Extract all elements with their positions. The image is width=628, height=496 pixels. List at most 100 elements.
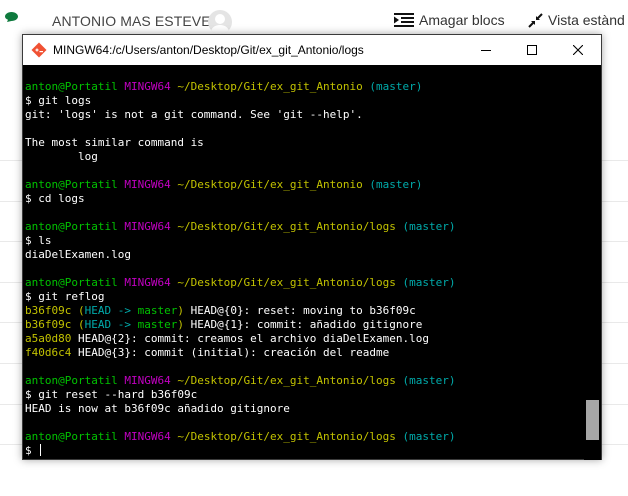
terminal-text: ~/Desktop/Git/ex_git_Antonio <box>177 80 363 93</box>
minimize-button[interactable] <box>463 35 509 65</box>
terminal-text: MINGW64 <box>124 178 171 191</box>
terminal-text: MINGW64 <box>124 374 171 387</box>
terminal-text: ~/Desktop/Git/ex_git_Antonio/logs <box>177 430 396 443</box>
terminal-text: anton@Portatil <box>25 178 118 191</box>
terminal-text: $ cd logs <box>25 192 85 205</box>
terminal-text: ~/Desktop/Git/ex_git_Antonio/logs <box>177 276 396 289</box>
terminal-line: log <box>25 150 581 164</box>
hide-blocks-button[interactable]: Amagar blocs <box>394 12 505 28</box>
terminal-text: ) <box>177 318 184 331</box>
user-name[interactable]: ANTONIO MAS ESTEVE <box>52 13 211 29</box>
scrollbar[interactable] <box>584 66 601 460</box>
terminal-text: diaDelExamen.log <box>25 248 131 261</box>
terminal-line: b36f09c (HEAD -> master) HEAD@{1}: commi… <box>25 318 581 332</box>
terminal-line: The most similar command is <box>25 136 581 150</box>
terminal-text: $ git logs <box>25 94 92 107</box>
terminal-text: HEAD -> <box>84 304 138 317</box>
terminal-line: $ git reset --hard b36f09c <box>25 388 581 402</box>
terminal-text: anton@Portatil <box>25 430 118 443</box>
terminal-text: master <box>137 304 178 317</box>
terminal-text: MINGW64 <box>124 430 171 443</box>
chat-bubble-icon[interactable] <box>5 12 18 22</box>
terminal-text: (master) <box>402 374 456 387</box>
terminal-text: anton@Portatil <box>25 374 118 387</box>
terminal-text: b36f09c <box>25 318 72 331</box>
scrollbar-thumb[interactable] <box>586 400 599 440</box>
terminal-text: (master) <box>369 178 423 191</box>
terminal-text: HEAD@{1}: commit: añadido gitignore <box>183 318 423 331</box>
git-bash-icon <box>31 42 47 58</box>
standard-view-label: Vista estànd <box>548 12 625 28</box>
title-bar[interactable]: MINGW64:/c/Users/anton/Desktop/Git/ex_gi… <box>23 35 601 65</box>
terminal-text: MINGW64 <box>124 80 171 93</box>
close-icon <box>573 45 583 55</box>
terminal-text: anton@Portatil <box>25 276 118 289</box>
terminal-text: anton@Portatil <box>25 220 118 233</box>
terminal-text: $ git reflog <box>25 290 105 303</box>
hide-blocks-label: Amagar blocs <box>419 12 505 28</box>
terminal-output[interactable]: anton@Portatil MINGW64 ~/Desktop/Git/ex_… <box>25 66 581 458</box>
terminal-text: MINGW64 <box>124 220 171 233</box>
terminal-window[interactable]: MINGW64:/c/Users/anton/Desktop/Git/ex_gi… <box>22 34 602 460</box>
terminal-text: $ <box>25 444 39 457</box>
terminal-text: f40d6c4 <box>25 346 72 359</box>
collapse-blocks-icon <box>394 13 414 27</box>
terminal-text: HEAD@{3}: commit (initial): creación del… <box>71 346 390 359</box>
terminal-text: b36f09c <box>25 304 72 317</box>
terminal-line: b36f09c (HEAD -> master) HEAD@{0}: reset… <box>25 304 581 318</box>
terminal-line: a5a0d80 HEAD@{2}: commit: creamos el arc… <box>25 332 581 346</box>
close-button[interactable] <box>555 35 601 65</box>
terminal-text: HEAD@{0}: reset: moving to b36f09c <box>183 304 416 317</box>
terminal-line: anton@Portatil MINGW64 ~/Desktop/Git/ex_… <box>25 276 581 290</box>
window-title: MINGW64:/c/Users/anton/Desktop/Git/ex_gi… <box>53 43 364 57</box>
terminal-text: ~/Desktop/Git/ex_git_Antonio <box>177 178 363 191</box>
terminal-text: (master) <box>402 276 456 289</box>
terminal-text: The most similar command is <box>25 136 204 149</box>
maximize-icon <box>527 45 537 55</box>
terminal-line: diaDelExamen.log <box>25 248 581 262</box>
terminal-text: a5a0d80 <box>25 332 72 345</box>
terminal-line: anton@Portatil MINGW64 ~/Desktop/Git/ex_… <box>25 430 581 444</box>
terminal-text: ~/Desktop/Git/ex_git_Antonio/logs <box>177 220 396 233</box>
terminal-text: ~/Desktop/Git/ex_git_Antonio/logs <box>177 374 396 387</box>
terminal-text: ) <box>177 304 184 317</box>
terminal-line: $ git reflog <box>25 290 581 304</box>
terminal-text: (master) <box>402 430 456 443</box>
terminal-line: anton@Portatil MINGW64 ~/Desktop/Git/ex_… <box>25 220 581 234</box>
terminal-line: $ git logs <box>25 94 581 108</box>
terminal-text: HEAD is now at b36f09c añadido gitignore <box>25 402 290 415</box>
terminal-text: $ ls <box>25 234 52 247</box>
terminal-text: HEAD@{2}: commit: creamos el archivo dia… <box>71 332 429 345</box>
shrink-arrows-icon <box>528 12 543 28</box>
terminal-text: $ git reset --hard b36f09c <box>25 388 198 401</box>
terminal-line: $ cd logs <box>25 192 581 206</box>
terminal-line: anton@Portatil MINGW64 ~/Desktop/Git/ex_… <box>25 374 581 388</box>
terminal-text: ( <box>77 318 85 331</box>
terminal-line: anton@Portatil MINGW64 ~/Desktop/Git/ex_… <box>25 178 581 192</box>
terminal-text: (master) <box>402 220 456 233</box>
terminal-line: git: 'logs' is not a git command. See 'g… <box>25 108 581 122</box>
avatar[interactable] <box>208 10 232 34</box>
page-header: ANTONIO MAS ESTEVE Amagar blocs Vista es… <box>0 0 628 36</box>
terminal-text: ( <box>77 304 85 317</box>
text-cursor <box>40 444 42 456</box>
standard-view-button[interactable]: Vista estànd <box>528 12 625 28</box>
terminal-text: git: 'logs' is not a git command. See 'g… <box>25 108 363 121</box>
terminal-text: (master) <box>369 80 423 93</box>
terminal-line: HEAD is now at b36f09c añadido gitignore <box>25 402 581 416</box>
terminal-text: anton@Portatil <box>25 80 118 93</box>
terminal-line: anton@Portatil MINGW64 ~/Desktop/Git/ex_… <box>25 80 581 94</box>
maximize-button[interactable] <box>509 35 555 65</box>
